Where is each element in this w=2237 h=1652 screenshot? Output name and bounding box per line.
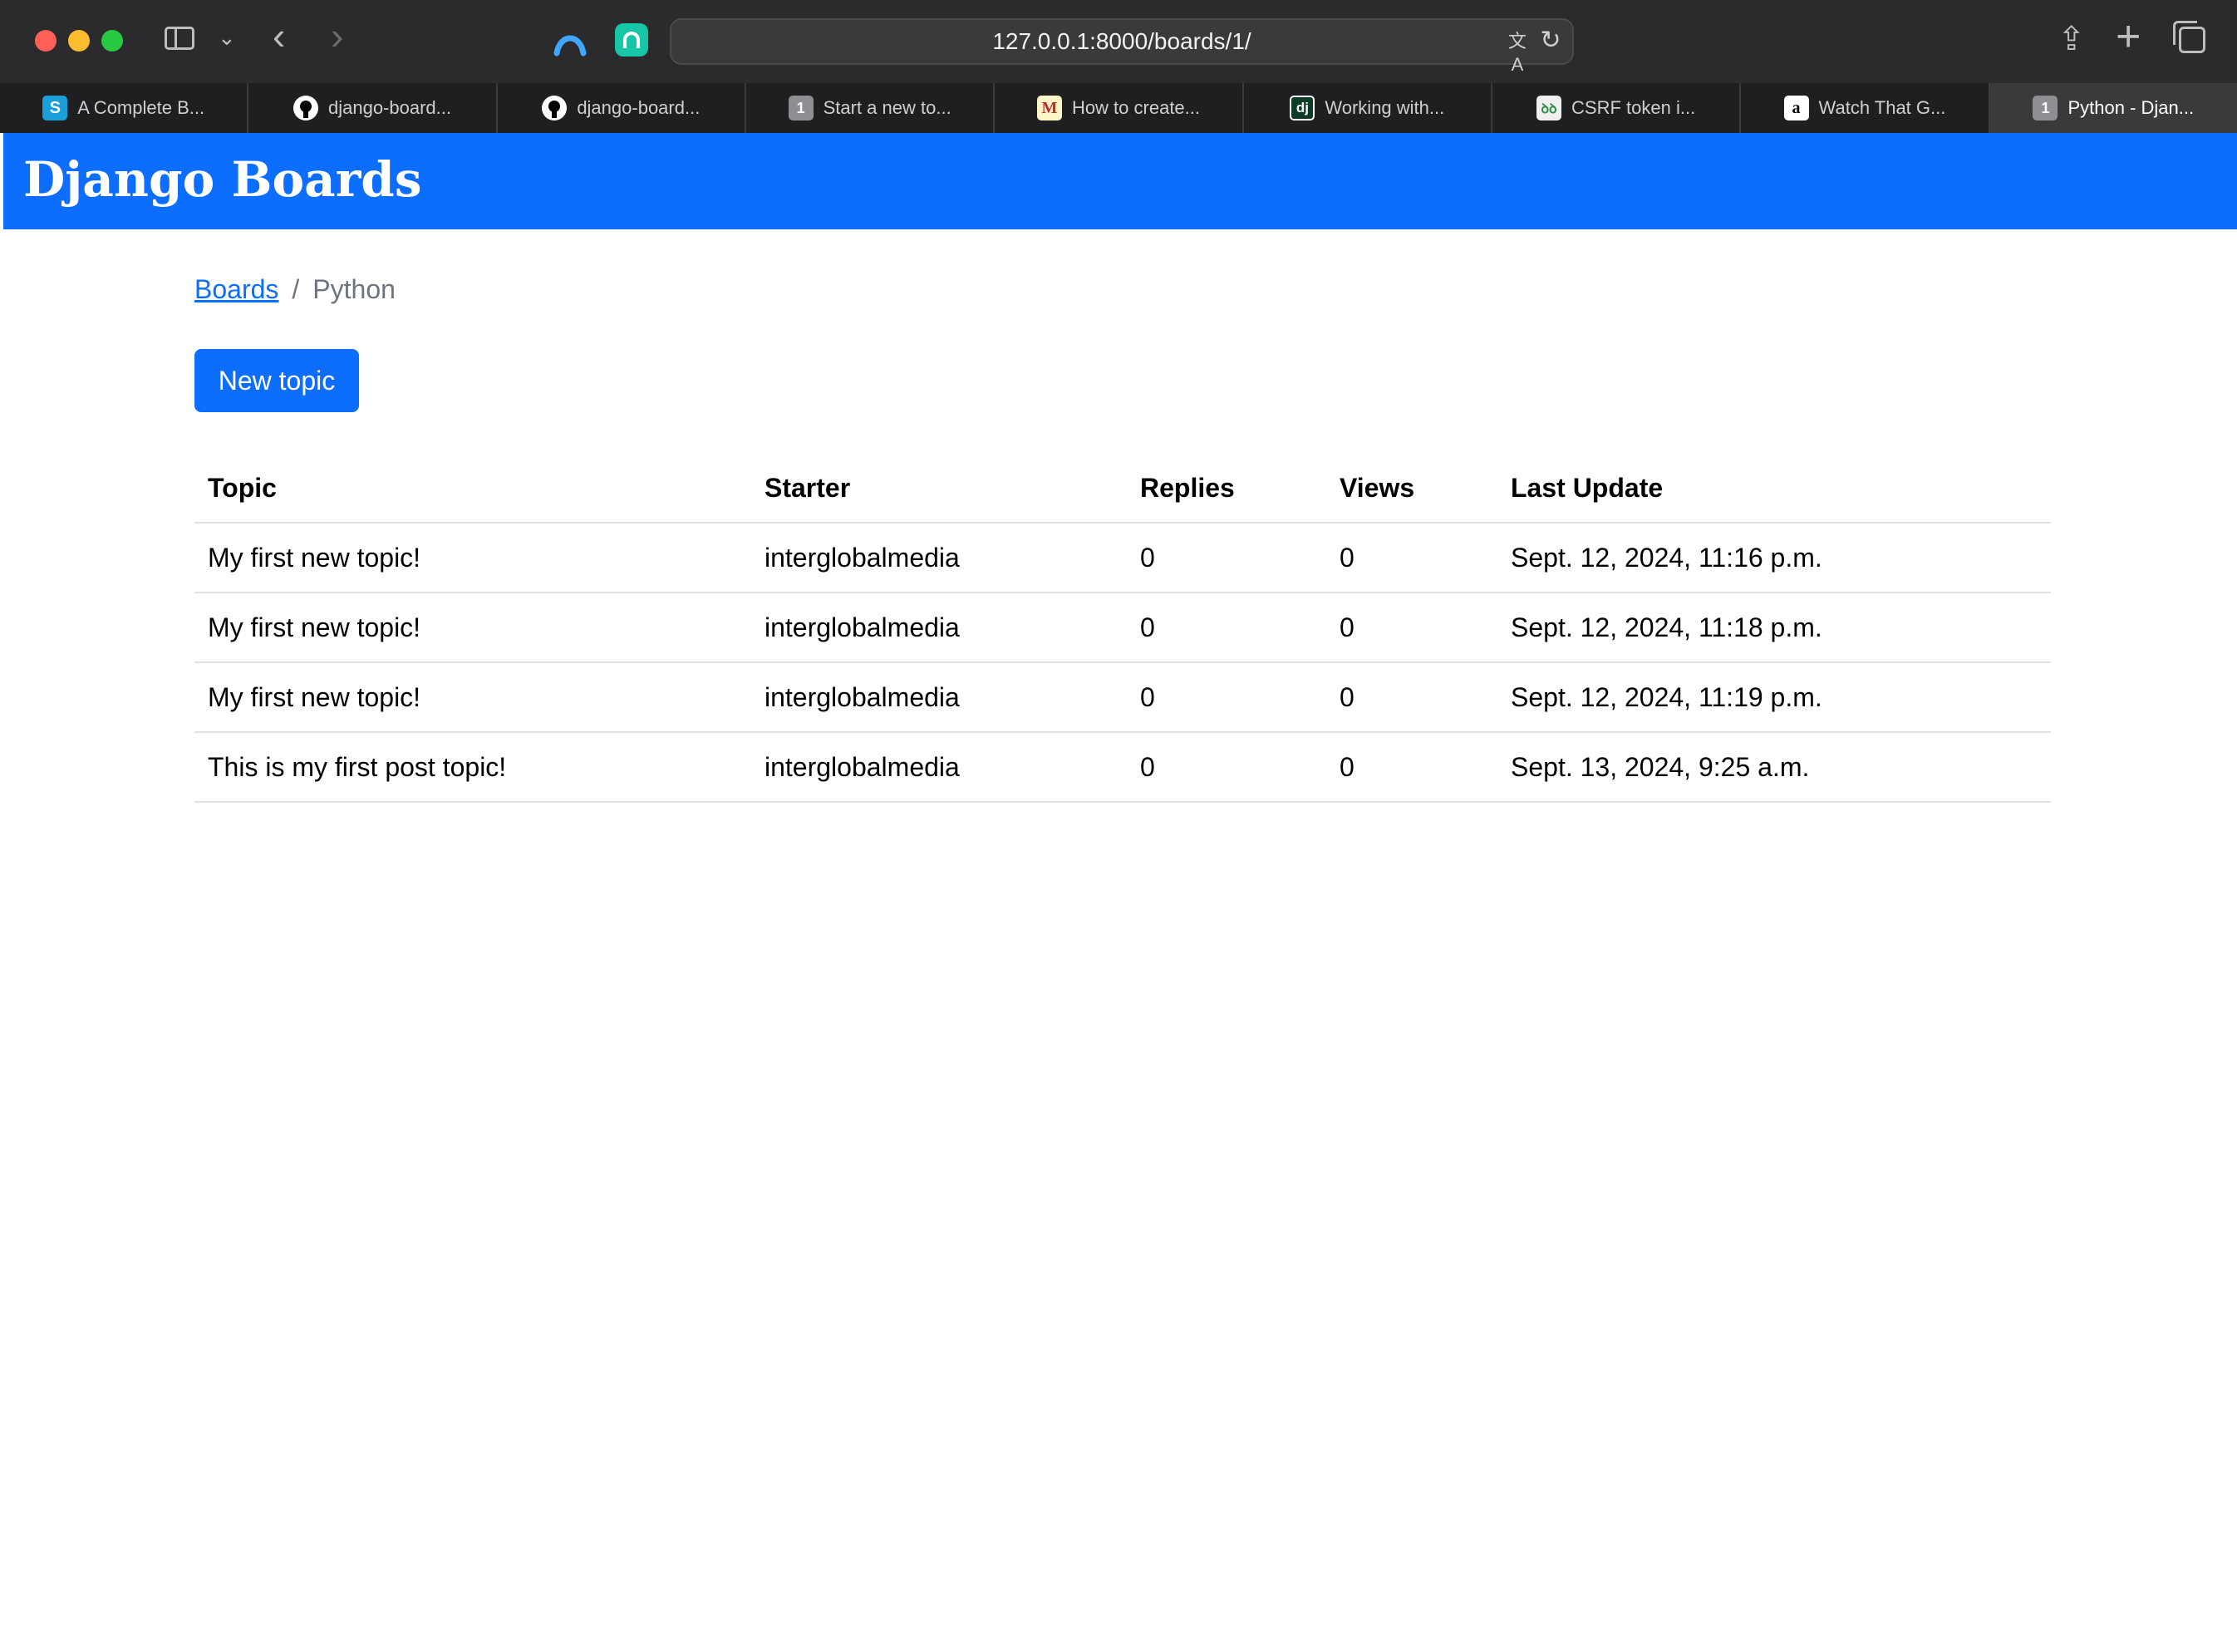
tab-1[interactable]: S A Complete B...: [0, 83, 249, 133]
tab-6[interactable]: dj Working with...: [1244, 83, 1492, 133]
replies-cell: 0: [1127, 662, 1326, 733]
topics-table: Topic Starter Replies Views Last Update …: [194, 454, 2051, 803]
topic-cell: My first new topic!: [194, 523, 751, 593]
address-bar[interactable]: 127.0.0.1:8000/boards/1/ 文A ↻: [670, 18, 1574, 75]
replies-cell: 0: [1127, 523, 1326, 593]
breadcrumb-current: Python: [312, 274, 396, 304]
starter-cell: interglobalmedia: [751, 732, 1127, 803]
tab-bar: S A Complete B... django-board... django…: [0, 83, 2237, 133]
breadcrumb: Boards / Python: [194, 274, 396, 305]
tab-9-active[interactable]: 1 Python - Djan...: [1989, 83, 2237, 133]
browser-toolbar: ⌄ ‹ › 127.0.0.1:8000/boards/1/ 文A ↻ ⇪ +: [0, 0, 2237, 83]
tab-7[interactable]: ꝺꝺ CSRF token i...: [1492, 83, 1742, 133]
tab-8[interactable]: a Watch That G...: [1741, 83, 1990, 133]
tab-label: CSRF token i...: [1571, 97, 1696, 118]
views-cell: 0: [1326, 732, 1497, 803]
medium-favicon-icon: M: [1036, 96, 1062, 120]
s-favicon-icon: S: [42, 96, 68, 120]
header-starter: Starter: [751, 454, 1127, 524]
sidebar-toggle-icon[interactable]: [165, 27, 194, 50]
new-tab-icon[interactable]: +: [2116, 15, 2141, 58]
tab-label: django-board...: [327, 97, 451, 118]
table-row: My first new topic! interglobalmedia 0 0…: [194, 592, 2051, 663]
views-cell: 0: [1326, 523, 1497, 593]
topic-cell: My first new topic!: [194, 592, 751, 663]
table-header-row: Topic Starter Replies Views Last Update: [194, 454, 2051, 524]
tab-2[interactable]: django-board...: [248, 83, 498, 133]
brand-link[interactable]: Django Boards: [23, 151, 422, 208]
starter-cell: interglobalmedia: [751, 592, 1127, 663]
last-update-cell: Sept. 12, 2024, 11:16 p.m.: [1497, 523, 2051, 593]
replies-cell: 0: [1127, 592, 1326, 663]
replies-cell: 0: [1127, 732, 1326, 803]
tab-3[interactable]: django-board...: [498, 83, 746, 133]
table-row: My first new topic! interglobalmedia 0 0…: [194, 662, 2051, 733]
github-icon: [542, 96, 568, 120]
last-update-cell: Sept. 12, 2024, 11:19 p.m.: [1497, 662, 2051, 733]
header-topic: Topic: [194, 454, 751, 524]
reload-icon[interactable]: ↻: [1539, 28, 1562, 53]
last-update-cell: Sept. 13, 2024, 9:25 a.m.: [1497, 732, 2051, 803]
site-navbar: Django Boards: [3, 133, 2237, 229]
django-favicon-icon: dj: [1290, 96, 1315, 120]
last-update-cell: Sept. 12, 2024, 11:18 p.m.: [1497, 592, 2051, 663]
tab-label: A Complete B...: [77, 97, 205, 118]
a-favicon-icon: a: [1783, 96, 1809, 120]
tab-label: Watch That G...: [1818, 97, 1946, 118]
extension-app-icon[interactable]: [615, 23, 648, 57]
minimize-window-button[interactable]: [68, 30, 90, 52]
starter-cell: interglobalmedia: [751, 523, 1127, 593]
url-text: 127.0.0.1:8000/boards/1/: [992, 28, 1251, 54]
tab-overview-icon[interactable]: [2173, 21, 2205, 53]
topic-cell: This is my first post topic!: [194, 732, 751, 803]
tab-5[interactable]: M How to create...: [995, 83, 1244, 133]
tab-label: Python - Djan...: [2067, 97, 2195, 118]
table-row: My first new topic! interglobalmedia 0 0…: [194, 523, 2051, 593]
back-arrow-icon[interactable]: ‹: [273, 17, 285, 55]
tab-label: django-board...: [577, 97, 701, 118]
tab-4[interactable]: 1 Start a new to...: [746, 83, 996, 133]
number-favicon-icon: 1: [788, 96, 814, 120]
topic-cell: My first new topic!: [194, 662, 751, 733]
tab-label: Start a new to...: [823, 97, 951, 118]
geeksforgeeks-favicon-icon: ꝺꝺ: [1536, 96, 1562, 120]
starter-cell: interglobalmedia: [751, 662, 1127, 733]
share-icon[interactable]: ⇪: [2058, 20, 2086, 58]
extension-arc-icon[interactable]: [553, 25, 587, 58]
views-cell: 0: [1326, 592, 1497, 663]
table-row: This is my first post topic! interglobal…: [194, 732, 2051, 803]
views-cell: 0: [1326, 662, 1497, 733]
header-last-update: Last Update: [1497, 454, 2051, 524]
new-topic-button[interactable]: New topic: [194, 349, 359, 412]
chevron-down-icon[interactable]: ⌄: [218, 25, 236, 51]
close-window-button[interactable]: [35, 30, 57, 52]
forward-arrow-icon[interactable]: ›: [331, 17, 343, 55]
breadcrumb-boards-link[interactable]: Boards: [194, 274, 278, 304]
translate-icon[interactable]: 文A: [1502, 30, 1532, 75]
tab-label: How to create...: [1071, 97, 1201, 118]
number-favicon-icon: 1: [2033, 96, 2058, 120]
header-replies: Replies: [1127, 454, 1326, 524]
tab-label: Working with...: [1325, 97, 1445, 118]
github-icon: [293, 96, 318, 120]
breadcrumb-separator: /: [292, 274, 300, 304]
header-views: Views: [1326, 454, 1497, 524]
maximize-window-button[interactable]: [101, 30, 123, 52]
